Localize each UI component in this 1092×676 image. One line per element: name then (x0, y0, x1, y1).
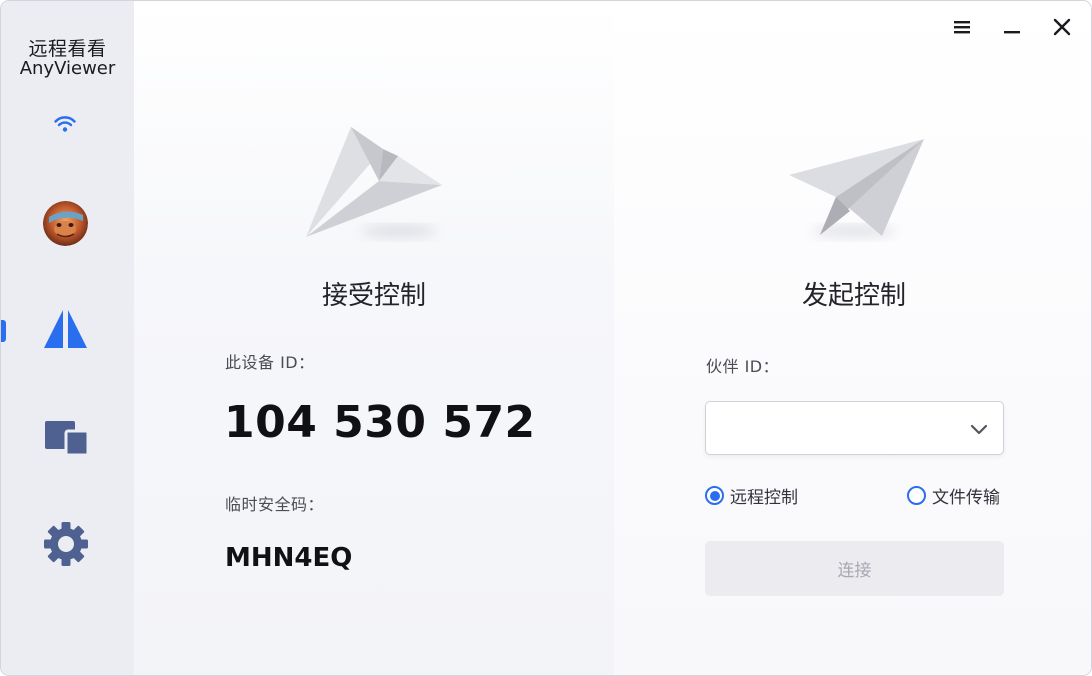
connect-button[interactable]: 连接 (705, 541, 1004, 596)
receive-control-title: 接受控制 (321, 281, 426, 311)
window-controls (943, 13, 1081, 41)
minimize-button[interactable] (993, 13, 1031, 41)
radio-unselected-indicator (907, 486, 926, 505)
avatar[interactable] (43, 201, 88, 246)
partner-id-input[interactable] (706, 402, 956, 454)
minimize-icon (1004, 31, 1020, 34)
radio-remote-control-label: 远程控制 (730, 488, 798, 508)
partner-id-combobox (705, 401, 1004, 455)
radio-file-transfer-label: 文件传输 (932, 488, 1000, 508)
close-button[interactable] (1043, 13, 1081, 41)
main-content: 接受控制 此设备 ID： 104 530 572 临时安全码： MHN4EQ 发… (134, 1, 1091, 675)
avatar-image (43, 201, 88, 246)
wifi-icon (54, 116, 76, 132)
radio-file-transfer[interactable]: 文件传输 (907, 483, 1000, 508)
security-code-value: MHN4EQ (225, 543, 353, 573)
menu-button[interactable] (943, 13, 981, 41)
app-window: 远程看看 AnyViewer 接受控制 此设备 ID： 104 530 572 … (0, 0, 1092, 676)
menu-icon (954, 21, 970, 34)
initiate-control-title: 发起控制 (801, 281, 906, 311)
security-code-label: 临时安全码： (225, 495, 325, 514)
remote-control-icon[interactable] (43, 308, 88, 350)
paper-plane-receive-illustration (306, 127, 442, 237)
brand-name-en: AnyViewer (19, 58, 116, 79)
sidebar: 远程看看 AnyViewer (1, 1, 134, 675)
radio-selected-indicator (705, 486, 724, 505)
radio-remote-control[interactable]: 远程控制 (705, 483, 798, 508)
device-id-label: 此设备 ID： (225, 353, 315, 372)
brand-name-cn: 远程看看 (28, 38, 107, 60)
device-id-value: 104 530 572 (224, 397, 536, 448)
paper-plane-initiate-illustration (789, 139, 924, 237)
close-icon (1053, 18, 1071, 36)
chevron-down-icon[interactable] (969, 420, 989, 438)
devices-icon[interactable] (44, 419, 89, 457)
partner-id-label: 伙伴 ID： (706, 357, 780, 376)
gear-icon[interactable] (42, 520, 90, 568)
receive-control-panel (134, 1, 614, 675)
nav-active-indicator (1, 320, 6, 342)
